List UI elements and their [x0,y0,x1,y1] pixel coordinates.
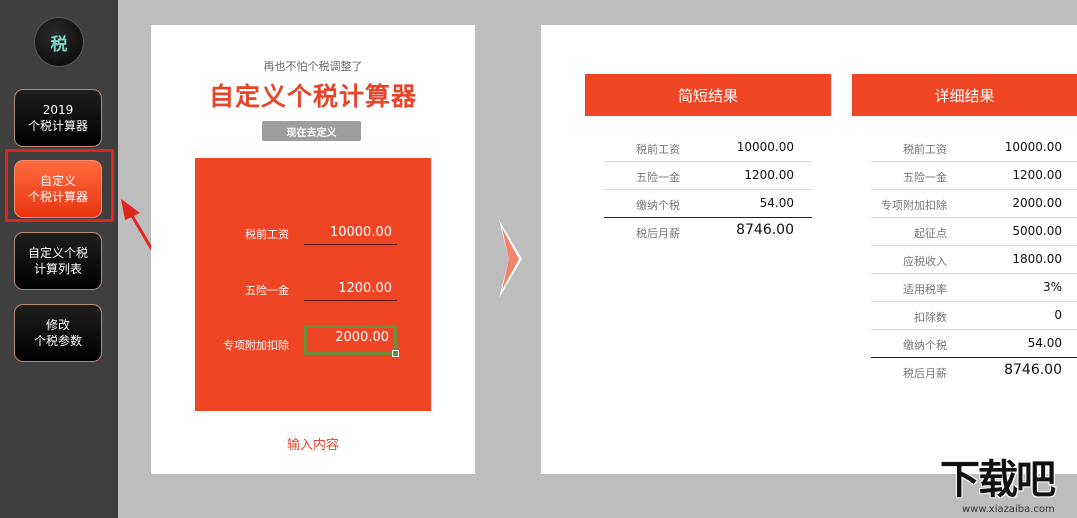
row-value: 10000.00 [1004,140,1062,154]
nav-edit-params[interactable]: 修改 个税参数 [14,304,102,362]
watermark: 下载吧 www.xiazaiba.com [940,458,1077,518]
input-form: 税前工资 10000.00 五险一金 1200.00 专项附加扣除 2000.0… [195,158,431,411]
table-row: 五险一金 1200.00 [871,162,1077,190]
nav-label: 自定义个税 [27,246,88,260]
nav-label: 计算列表 [33,262,82,276]
table-row: 五险一金 1200.00 [604,162,812,190]
row-label: 五险一金 [636,171,680,184]
nav-label: 修改 [45,318,70,332]
nav-custom-list[interactable]: 自定义个税 计算列表 [14,232,102,290]
nav-2019-calculator[interactable]: 2019 个税计算器 [14,89,102,147]
form-row-insurance: 五险一金 1200.00 [195,277,431,301]
input-hint: 输入内容 [286,438,339,453]
app-logo: 税 [34,17,84,67]
row-value: 5000.00 [1012,224,1062,238]
panel-subtitle: 再也不怕个税调整了 [263,60,363,73]
row-label: 适用税率 [903,283,947,296]
salary-input[interactable]: 10000.00 [304,221,397,245]
row-label: 扣除数 [914,311,947,324]
row-value: 10000.00 [736,140,794,154]
row-label: 税后月薪 [903,367,947,380]
deduction-input[interactable]: 2000.00 [304,325,399,357]
form-row-salary: 税前工资 10000.00 [195,221,431,245]
nav-label: 个税参数 [33,334,82,348]
insurance-input[interactable]: 1200.00 [304,277,397,301]
table-row: 税前工资 10000.00 [871,134,1077,162]
row-value: 54.00 [1027,336,1062,350]
row-label: 税前工资 [903,143,947,156]
row-label: 五险一金 [903,171,947,184]
table-row: 扣除数 0 [871,302,1077,330]
nav-label: 个税计算器 [27,119,88,133]
salary-label: 税前工资 [245,228,289,241]
row-label: 应税收入 [903,255,947,268]
row-label: 缴纳个税 [903,339,947,352]
watermark-logo: 下载吧 [940,457,1056,503]
nav-label: 2019 [42,103,74,117]
detail-result-header: 详细结果 [852,74,1077,116]
brief-result-header: 简短结果 [585,74,831,116]
row-value: 1200.00 [744,168,794,182]
table-row: 税前工资 10000.00 [604,134,812,162]
table-row: 缴纳个税 54.00 [871,330,1077,358]
row-label: 税后月薪 [636,227,680,240]
row-value: 0 [1054,308,1062,322]
results-panel: 简短结果 税前工资 10000.00 五险一金 1200.00 缴纳个税 54.… [541,25,1077,474]
table-row: 缴纳个税 54.00 [604,190,812,218]
table-row: 应税收入 1800.00 [871,246,1077,274]
row-value: 8746.00 [736,222,794,238]
table-row: 起征点 5000.00 [871,218,1077,246]
row-value: 8746.00 [1004,362,1062,378]
row-value: 1800.00 [1012,252,1062,266]
row-label: 起征点 [914,227,947,240]
table-row: 专项附加扣除 2000.00 [871,190,1077,218]
highlight-box [5,149,114,222]
form-row-deduction: 专项附加扣除 2000.00 [195,325,431,357]
row-label: 税前工资 [636,143,680,156]
row-label: 专项附加扣除 [881,199,947,212]
watermark-url: www.xiazaiba.com [962,504,1055,515]
row-value: 1200.00 [1012,168,1062,182]
row-value: 3% [1042,280,1062,294]
deduction-label: 专项附加扣除 [223,339,289,352]
table-row: 税后月薪 8746.00 [604,218,812,246]
insurance-label: 五险一金 [245,284,289,297]
page-title: 自定义个税计算器 [208,82,417,111]
input-panel: 再也不怕个税调整了 自定义个税计算器 现在去定义 税前工资 10000.00 五… [151,25,475,474]
define-now-button[interactable]: 现在去定义 [262,121,361,141]
table-row: 税后月薪 8746.00 [871,358,1077,386]
brief-result-table: 税前工资 10000.00 五险一金 1200.00 缴纳个税 54.00 税后… [604,134,812,246]
row-value: 54.00 [759,196,794,210]
row-label: 缴纳个税 [636,199,680,212]
row-value: 2000.00 [1012,196,1062,210]
detail-result-table: 税前工资 10000.00 五险一金 1200.00 专项附加扣除 2000.0… [871,134,1077,386]
table-row: 适用税率 3% [871,274,1077,302]
chevron-right-icon [499,220,522,298]
sidebar: 税 2019 个税计算器 自定义 个税计算器 自定义个税 计算列表 修改 个税参… [0,0,118,518]
